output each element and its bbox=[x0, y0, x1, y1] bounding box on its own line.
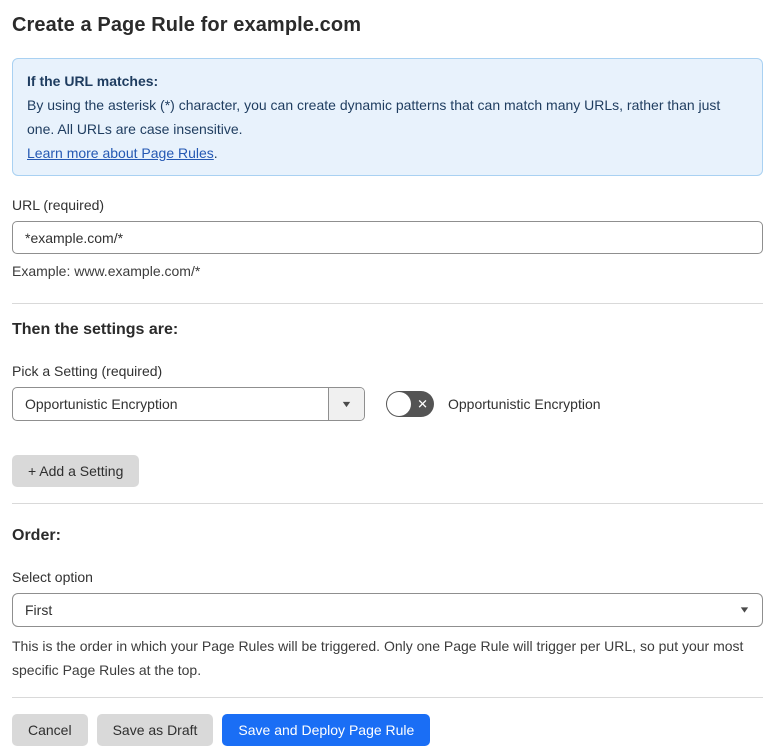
pick-setting-label: Pick a Setting (required) bbox=[12, 363, 163, 379]
setting-dropdown[interactable]: Opportunistic Encryption ▼ bbox=[12, 387, 365, 421]
url-example-text: Example: www.example.com/* bbox=[12, 263, 201, 279]
save-and-deploy-button[interactable]: Save and Deploy Page Rule bbox=[222, 714, 431, 746]
save-as-draft-button[interactable]: Save as Draft bbox=[96, 714, 214, 746]
setting-row: Opportunistic Encryption ▼ ✕ Opportunist… bbox=[12, 387, 763, 421]
order-select[interactable]: First ▼ bbox=[12, 593, 763, 627]
toggle-label: Opportunistic Encryption bbox=[448, 396, 601, 412]
section-divider bbox=[12, 697, 763, 698]
info-box-link-line: Learn more about Page Rules. bbox=[27, 141, 748, 165]
select-option-label: Select option bbox=[12, 569, 93, 585]
toggle-off-x-icon: ✕ bbox=[417, 396, 428, 412]
order-helper-text: This is the order in which your Page Rul… bbox=[12, 638, 744, 678]
page-title: Create a Page Rule for example.com bbox=[12, 14, 362, 36]
url-field-label: URL (required) bbox=[12, 197, 105, 213]
url-match-info-box: If the URL matches: By using the asteris… bbox=[12, 58, 763, 176]
add-setting-button[interactable]: + Add a Setting bbox=[12, 455, 140, 487]
chevron-down-icon: ▼ bbox=[340, 398, 353, 409]
setting-dropdown-value: Opportunistic Encryption bbox=[25, 396, 178, 412]
info-box-body: By using the asterisk (*) character, you… bbox=[27, 97, 721, 137]
section-divider bbox=[12, 503, 763, 504]
page-rule-form: Create a Page Rule for example.com If th… bbox=[0, 0, 775, 746]
form-actions: Cancel Save as Draft Save and Deploy Pag… bbox=[12, 714, 763, 746]
cancel-button[interactable]: Cancel bbox=[12, 714, 88, 746]
order-section-heading: Order: bbox=[12, 527, 61, 544]
setting-dropdown-arrow-button[interactable]: ▼ bbox=[328, 388, 364, 420]
info-box-heading: If the URL matches: bbox=[27, 73, 159, 89]
link-period: . bbox=[213, 145, 218, 161]
section-divider bbox=[12, 303, 763, 304]
opportunistic-encryption-toggle[interactable]: ✕ bbox=[386, 391, 434, 417]
order-select-value: First bbox=[25, 602, 53, 618]
chevron-down-icon: ▼ bbox=[738, 604, 751, 615]
settings-section-heading: Then the settings are: bbox=[12, 321, 179, 338]
url-input[interactable] bbox=[12, 221, 763, 254]
learn-more-link[interactable]: Learn more about Page Rules bbox=[27, 145, 214, 161]
toggle-knob bbox=[387, 392, 411, 416]
opportunistic-encryption-toggle-group: ✕ Opportunistic Encryption bbox=[386, 387, 601, 421]
